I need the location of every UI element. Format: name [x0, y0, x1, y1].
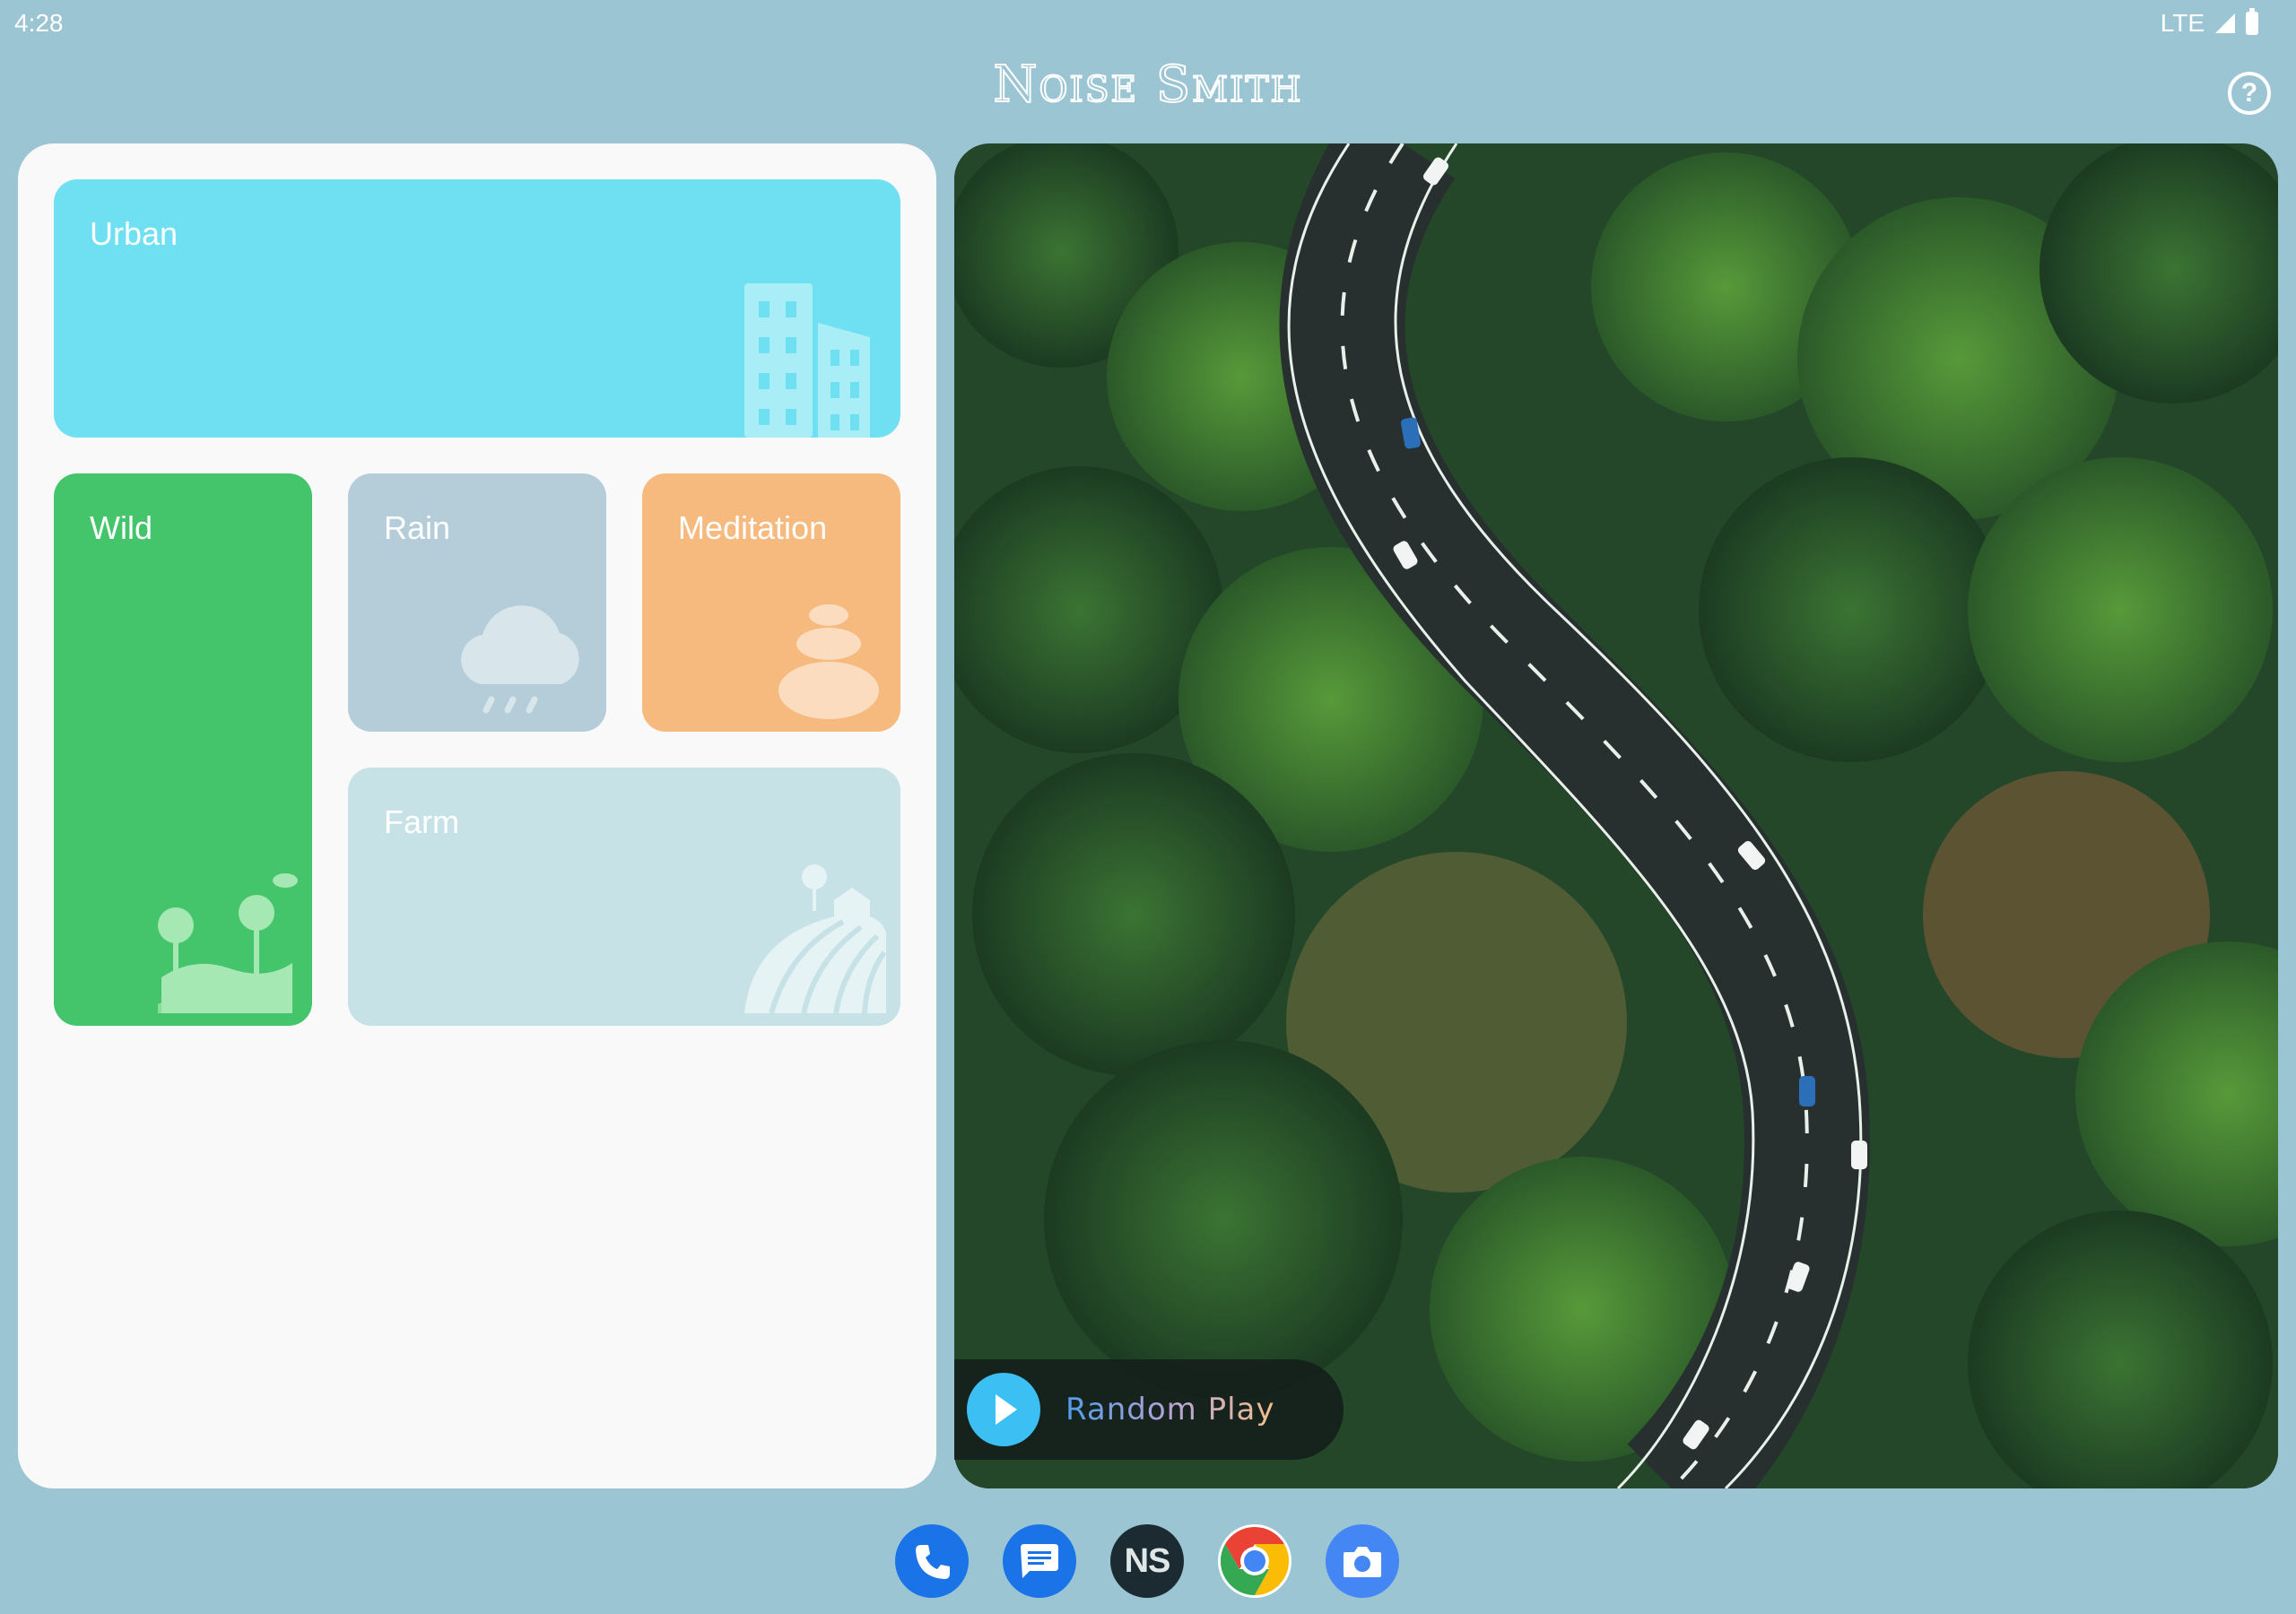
categories-panel: Urban Wild Rain Meditation Farm	[18, 143, 936, 1488]
status-indicators: LTE	[2160, 8, 2258, 38]
category-urban[interactable]: Urban	[54, 179, 900, 438]
forest-road-image	[954, 143, 2278, 1488]
trees-landscape-icon	[158, 873, 298, 1013]
phone-handset-icon	[916, 1545, 950, 1579]
category-rain[interactable]: Rain	[348, 473, 606, 732]
network-type: LTE	[2160, 9, 2205, 37]
category-farm-label: Farm	[384, 803, 459, 840]
status-bar: 4:28 LTE	[0, 0, 2296, 43]
chrome-icon[interactable]	[1218, 1524, 1292, 1598]
chrome-logo-icon	[1220, 1526, 1290, 1596]
dock: NS	[0, 1524, 2296, 1598]
buildings-icon	[744, 283, 870, 438]
signal-icon	[2215, 13, 2235, 33]
category-rain-label: Rain	[384, 509, 451, 546]
messages-icon[interactable]	[1003, 1524, 1076, 1598]
battery-icon	[2246, 8, 2258, 35]
hero-image	[954, 143, 2278, 1488]
play-icon	[967, 1373, 1040, 1446]
stacked-stones-icon	[778, 604, 879, 719]
camera-body-icon	[1344, 1547, 1381, 1577]
category-meditation-label: Meditation	[678, 509, 828, 546]
help-button[interactable]: ?	[2228, 72, 2271, 115]
app-title: Noise Smith	[992, 55, 1303, 115]
category-urban-label: Urban	[90, 215, 178, 252]
camera-icon[interactable]	[1326, 1524, 1399, 1598]
noise-smith-icon[interactable]: NS	[1110, 1524, 1184, 1598]
random-play-label: Random Play	[1065, 1392, 1275, 1427]
rain-cloud-icon	[461, 605, 579, 714]
message-bubble-icon	[1021, 1544, 1058, 1578]
status-time: 4:28	[14, 9, 64, 37]
category-wild-label: Wild	[90, 509, 152, 546]
phone-icon[interactable]	[895, 1524, 969, 1598]
random-play-button[interactable]: Random Play	[954, 1359, 1344, 1460]
category-meditation[interactable]: Meditation	[642, 473, 900, 732]
farm-field-icon	[744, 864, 887, 1013]
category-farm[interactable]: Farm	[348, 768, 900, 1026]
category-wild[interactable]: Wild	[54, 473, 312, 1026]
